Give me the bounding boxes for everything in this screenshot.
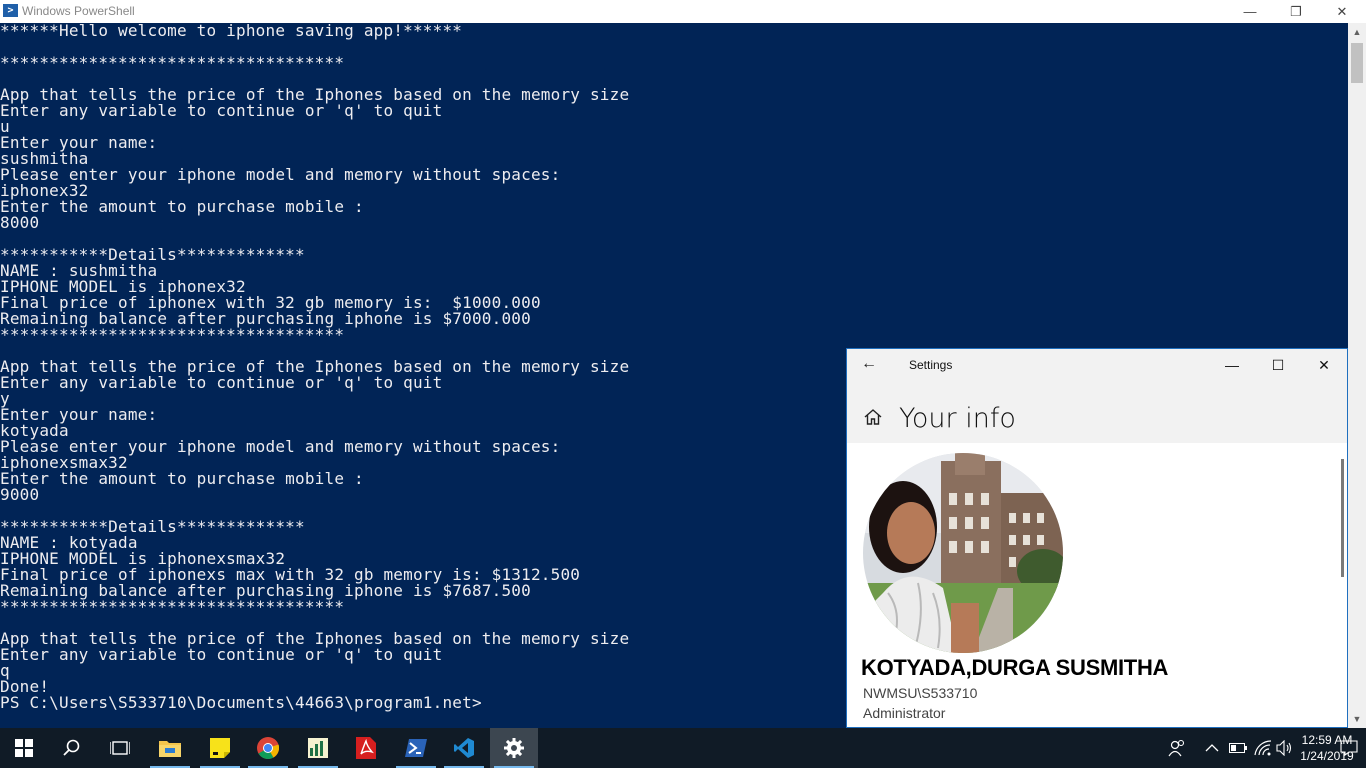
file-explorer-icon — [159, 741, 181, 757]
wifi-icon — [1254, 740, 1272, 756]
settings-titlebar[interactable]: ← Settings — ☐ ✕ — [847, 349, 1347, 381]
settings-header: Your info — [847, 381, 1347, 443]
start-button[interactable] — [0, 728, 48, 768]
people-icon — [1168, 739, 1185, 757]
user-full-name: KOTYADA,DURGA SUSMITHA — [861, 655, 1169, 680]
console-line: 8000 — [0, 213, 40, 232]
scroll-down-arrow-icon[interactable]: ▼ — [1348, 710, 1366, 728]
powershell-icon — [405, 739, 427, 757]
taskbar-vscode[interactable] — [440, 728, 488, 768]
console-line: *********************************** — [0, 53, 345, 72]
action-center-icon — [1340, 740, 1358, 756]
avatar[interactable] — [863, 453, 1063, 653]
settings-window: ← Settings — ☐ ✕ Your info KOTYADA,DURGA… — [846, 348, 1348, 728]
start-icon — [15, 739, 33, 757]
taskbar-settings[interactable] — [490, 728, 538, 768]
console-line: *********************************** — [0, 325, 345, 344]
show-hidden-icons-button[interactable] — [1205, 728, 1219, 768]
console-scrollbar[interactable]: ▲ ▼ — [1348, 23, 1366, 728]
console-line: Please enter your iphone model and memor… — [0, 165, 561, 184]
close-button[interactable]: ✕ — [1319, 0, 1365, 23]
console-line: u — [0, 117, 10, 136]
profile-photo — [863, 453, 1063, 653]
powershell-titlebar[interactable]: > Windows PowerShell — ❐ ✕ — [0, 0, 1366, 23]
console-line: Enter the amount to purchase mobile : — [0, 197, 364, 216]
acrobat-icon — [356, 737, 376, 759]
console-line: Enter your name: — [0, 133, 158, 152]
search-button[interactable] — [48, 728, 96, 768]
task-view-button[interactable] — [96, 728, 144, 768]
account-role: Administrator — [863, 705, 946, 721]
taskbar-sticky-notes[interactable] — [196, 728, 244, 768]
console-line: Enter any variable to continue or 'q' to… — [0, 101, 443, 120]
page-title: Your info — [899, 403, 1016, 434]
volume-button[interactable] — [1276, 728, 1294, 768]
excel-icon — [308, 738, 328, 758]
notifications-button[interactable] — [1340, 728, 1358, 768]
settings-icon — [504, 738, 524, 758]
sticky-notes-icon — [210, 738, 230, 758]
account-id: NWMSU\S533710 — [863, 685, 978, 701]
task-view-icon — [110, 741, 130, 755]
back-arrow-icon[interactable]: ← — [861, 355, 877, 373]
minimize-button[interactable]: — — [1227, 0, 1273, 23]
settings-minimize-button[interactable]: — — [1209, 349, 1255, 381]
taskbar: 12:59 AM 1/24/2019 — [0, 728, 1366, 768]
people-button[interactable] — [1168, 728, 1186, 768]
battery-button[interactable] — [1229, 728, 1247, 768]
taskbar-acrobat[interactable] — [342, 728, 390, 768]
vscode-icon — [454, 738, 474, 758]
network-button[interactable] — [1254, 728, 1272, 768]
taskbar-powershell[interactable] — [392, 728, 440, 768]
settings-title: Settings — [909, 358, 953, 372]
console-line: ******Hello welcome to iphone saving app… — [0, 23, 463, 40]
chrome-icon — [257, 737, 279, 759]
taskbar-file-explorer[interactable] — [146, 728, 194, 768]
window-title: Windows PowerShell — [22, 4, 135, 18]
settings-scrollbar[interactable] — [1341, 459, 1344, 577]
chevron-up-icon — [1205, 744, 1219, 752]
taskbar-chrome[interactable] — [244, 728, 292, 768]
powershell-icon: > — [3, 4, 18, 17]
scroll-up-arrow-icon[interactable]: ▲ — [1348, 23, 1366, 41]
settings-maximize-button[interactable]: ☐ — [1255, 349, 1301, 381]
home-icon[interactable] — [863, 407, 883, 427]
search-icon — [63, 739, 80, 756]
scroll-thumb[interactable] — [1351, 43, 1363, 83]
restore-button[interactable]: ❐ — [1273, 0, 1319, 23]
settings-close-button[interactable]: ✕ — [1301, 349, 1347, 381]
taskbar-excel[interactable] — [294, 728, 342, 768]
console-line: ***********Details************* — [0, 245, 305, 264]
volume-icon — [1276, 740, 1292, 756]
battery-icon — [1229, 743, 1247, 753]
